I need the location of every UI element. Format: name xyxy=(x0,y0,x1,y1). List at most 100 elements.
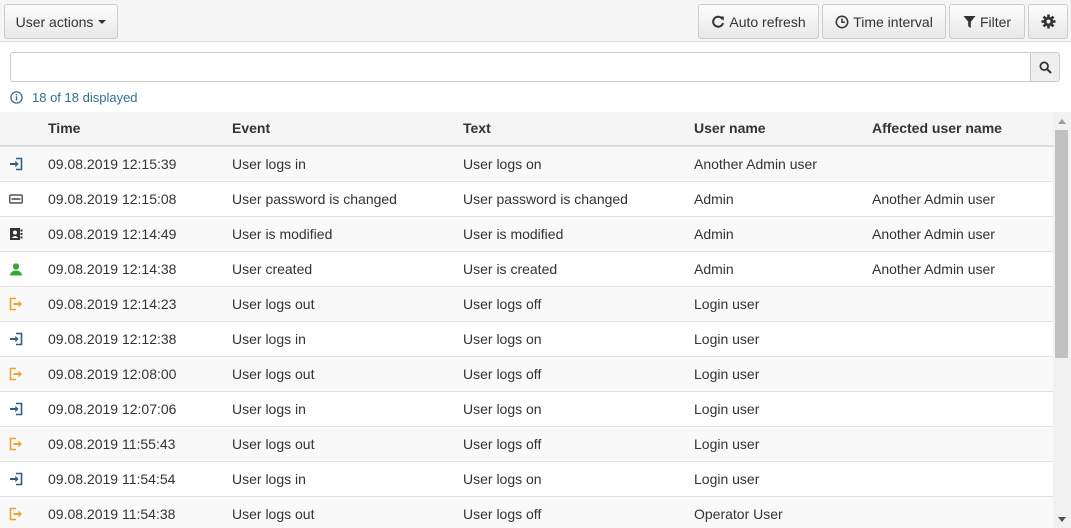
info-icon xyxy=(10,90,23,104)
results-count: 18 of 18 displayed xyxy=(10,88,138,106)
table-row[interactable]: 09.08.2019 12:14:49 User is modified User … xyxy=(0,217,1053,252)
cell-user-name: Admin xyxy=(694,191,734,207)
cell-text: User logs off xyxy=(463,506,542,522)
time-interval-label: Time interval xyxy=(853,13,933,30)
logout-icon xyxy=(8,436,24,452)
cell-user-name: Login user xyxy=(694,331,760,347)
table-row[interactable]: 09.08.2019 12:12:38 User logs in User logs… xyxy=(0,322,1053,357)
user-edit-icon xyxy=(8,226,24,242)
cell-user-name: Login user xyxy=(694,471,760,487)
cell-time: 09.08.2019 12:07:06 xyxy=(48,401,177,417)
settings-button[interactable] xyxy=(1028,4,1068,39)
cell-user-name: Another Admin user xyxy=(694,156,817,172)
cell-time: 09.08.2019 12:08:00 xyxy=(48,366,177,382)
cell-event: User is modified xyxy=(232,226,333,242)
gear-icon xyxy=(1040,14,1056,29)
cell-text: User is modified xyxy=(463,226,564,242)
column-header-time[interactable]: Time xyxy=(48,112,80,145)
search-bar xyxy=(10,52,1060,82)
search-input[interactable] xyxy=(10,52,1030,82)
cell-user-name: Login user xyxy=(694,366,760,382)
filter-icon xyxy=(963,15,976,29)
login-icon xyxy=(8,331,24,347)
cell-text: User password is changed xyxy=(463,191,628,207)
results-count-text: 18 of 18 displayed xyxy=(32,89,138,105)
cell-event: User logs out xyxy=(232,366,315,382)
table-row[interactable]: 09.08.2019 12:08:00 User logs out User log… xyxy=(0,357,1053,392)
cell-event: User logs in xyxy=(232,331,306,347)
scrollbar[interactable] xyxy=(1053,112,1071,528)
table-row[interactable]: 09.08.2019 11:54:38 User logs out User log… xyxy=(0,497,1053,528)
table-row[interactable]: 09.08.2019 11:54:54 User logs in User logs… xyxy=(0,462,1053,497)
chevron-down-icon xyxy=(98,19,107,24)
cell-user-name: Operator User xyxy=(694,506,783,522)
cell-affected-user-name: Another Admin user xyxy=(872,226,995,242)
cell-text: User logs off xyxy=(463,296,542,312)
cell-time: 09.08.2019 12:14:23 xyxy=(48,296,177,312)
password-icon xyxy=(8,191,24,207)
filter-label: Filter xyxy=(979,13,1012,30)
cell-time: 09.08.2019 12:14:49 xyxy=(48,226,177,242)
login-icon xyxy=(8,471,24,487)
cell-event: User logs out xyxy=(232,436,315,452)
cell-event: User logs in xyxy=(232,471,306,487)
column-header-event[interactable]: Event xyxy=(232,112,270,145)
table-header: Time Event Text User name Affected user … xyxy=(0,112,1053,147)
cell-text: User logs off xyxy=(463,366,542,382)
cell-event: User logs out xyxy=(232,506,315,522)
logout-icon xyxy=(8,506,24,522)
login-icon xyxy=(8,401,24,417)
logout-icon xyxy=(8,296,24,312)
table-row[interactable]: 09.08.2019 12:15:08 User password is chan… xyxy=(0,182,1053,217)
search-button[interactable] xyxy=(1030,52,1060,82)
user-actions-label: User actions xyxy=(15,13,94,30)
table-row[interactable]: 09.08.2019 12:07:06 User logs in User logs… xyxy=(0,392,1053,427)
events-table: Time Event Text User name Affected user … xyxy=(0,112,1053,528)
cell-event: User password is changed xyxy=(232,191,397,207)
cell-text: User logs on xyxy=(463,471,542,487)
cell-time: 09.08.2019 11:54:54 xyxy=(48,471,176,487)
cell-user-name: Login user xyxy=(694,296,760,312)
cell-time: 09.08.2019 12:12:38 xyxy=(48,331,177,347)
time-interval-button[interactable]: Time interval xyxy=(822,4,946,39)
table-row[interactable]: 09.08.2019 11:55:43 User logs out User log… xyxy=(0,427,1053,462)
cell-text: User logs off xyxy=(463,436,542,452)
user-created-icon xyxy=(8,261,24,277)
logout-icon xyxy=(8,366,24,382)
search-icon xyxy=(1038,60,1052,74)
table-row[interactable]: 09.08.2019 12:15:39 User logs in User logs… xyxy=(0,147,1053,182)
cell-user-name: Admin xyxy=(694,226,734,242)
auto-refresh-button[interactable]: Auto refresh xyxy=(698,4,819,39)
column-header-text[interactable]: Text xyxy=(463,112,491,145)
toolbar: User actions Auto refresh Time interval … xyxy=(0,0,1071,42)
cell-user-name: Admin xyxy=(694,261,734,277)
cell-time: 09.08.2019 12:15:39 xyxy=(48,156,177,172)
login-icon xyxy=(8,156,24,172)
user-actions-dropdown-button[interactable]: User actions xyxy=(4,4,118,39)
cell-time: 09.08.2019 12:15:08 xyxy=(48,191,177,207)
cell-user-name: Login user xyxy=(694,401,760,417)
scrollbar-thumb[interactable] xyxy=(1055,130,1068,358)
cell-event: User logs in xyxy=(232,401,306,417)
clock-icon xyxy=(835,15,849,29)
refresh-icon xyxy=(711,15,725,29)
column-header-user-name[interactable]: User name xyxy=(694,112,766,145)
cell-time: 09.08.2019 11:54:38 xyxy=(48,506,176,522)
auto-refresh-label: Auto refresh xyxy=(729,13,806,30)
column-header-affected-user-name[interactable]: Affected user name xyxy=(872,112,1002,145)
scroll-up-arrow-icon[interactable] xyxy=(1058,119,1066,124)
scroll-down-arrow-icon[interactable] xyxy=(1058,517,1066,522)
cell-event: User logs out xyxy=(232,296,315,312)
cell-event: User created xyxy=(232,261,313,277)
cell-user-name: Login user xyxy=(694,436,760,452)
cell-text: User is created xyxy=(463,261,558,277)
cell-time: 09.08.2019 12:14:38 xyxy=(48,261,177,277)
table-row[interactable]: 09.08.2019 12:14:23 User logs out User log… xyxy=(0,287,1053,322)
filter-button[interactable]: Filter xyxy=(949,4,1025,39)
cell-event: User logs in xyxy=(232,156,306,172)
table-row[interactable]: 09.08.2019 12:14:38 User created User is c… xyxy=(0,252,1053,287)
cell-text: User logs on xyxy=(463,401,542,417)
cell-time: 09.08.2019 11:55:43 xyxy=(48,436,176,452)
cell-affected-user-name: Another Admin user xyxy=(872,261,995,277)
cell-affected-user-name: Another Admin user xyxy=(872,191,995,207)
